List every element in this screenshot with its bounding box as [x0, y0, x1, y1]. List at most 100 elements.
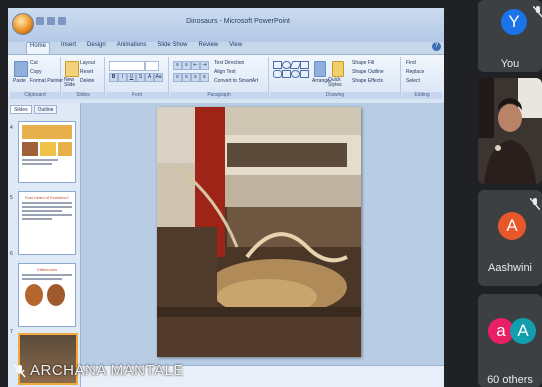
triangle-shape-icon[interactable] — [282, 70, 291, 78]
justify-icon[interactable]: ≡ — [200, 73, 209, 82]
font-color-icon[interactable]: A — [145, 73, 154, 82]
find-button[interactable]: Find — [406, 60, 416, 66]
rounded-rect-shape-icon[interactable] — [273, 70, 282, 78]
reset-button[interactable]: Reset — [80, 69, 93, 75]
shape-fill-button[interactable]: Shape Fill — [352, 60, 374, 66]
thumbnail-heading: Differences — [36, 267, 58, 272]
clear-format-icon[interactable]: Aa — [154, 73, 163, 82]
drawing-label: Drawing — [270, 92, 400, 99]
paragraph-label: Paragraph — [170, 92, 268, 99]
quick-styles-button[interactable]: Quick Styles — [328, 78, 348, 88]
ribbon-tabs: Home Insert Design Animations Slide Show… — [26, 42, 242, 54]
shape-effects-button[interactable]: Shape Effects — [352, 78, 383, 84]
font-name-field[interactable] — [109, 61, 145, 71]
help-icon[interactable]: ? — [432, 42, 441, 51]
avatar: A — [510, 318, 536, 344]
thumbnail-heading: Ever heard of Evolution? — [25, 195, 69, 200]
tab-design[interactable]: Design — [87, 42, 106, 54]
avatar: Y — [501, 9, 527, 35]
numbering-icon[interactable]: ≡ — [182, 61, 191, 70]
quick-access-toolbar[interactable] — [36, 12, 76, 25]
mic-off-icon — [14, 364, 26, 378]
align-center-icon[interactable]: ≡ — [182, 73, 191, 82]
replace-button[interactable]: Replace — [406, 69, 424, 75]
shape-outline-button[interactable]: Shape Outline — [352, 69, 384, 75]
convert-smartart-button[interactable]: Convert to SmartArt — [214, 78, 258, 84]
window-title: Dinosaurs - Microsoft PowerPoint — [186, 18, 290, 25]
slide-number: 7 — [10, 329, 13, 335]
text-direction-button[interactable]: Text Direction — [214, 60, 244, 66]
strikethrough-icon[interactable]: S — [136, 73, 145, 82]
slide-canvas — [81, 103, 444, 387]
slide-number: 5 — [10, 195, 13, 201]
mall-exhibit-image — [157, 107, 361, 357]
tab-review[interactable]: Review — [198, 42, 218, 54]
delete-button[interactable]: Delete — [80, 78, 94, 84]
participant-tile-aashwini[interactable]: A Aashwini — [478, 190, 542, 286]
slide-thumbnail-4[interactable] — [18, 121, 76, 183]
cut-button[interactable]: Cut — [30, 60, 38, 66]
tab-slides[interactable]: Slides — [10, 105, 32, 114]
title-bar: Dinosaurs - Microsoft PowerPoint — [8, 8, 444, 42]
slides-pane: Slides Outline 4 5 Ever heard of Evoluti… — [8, 103, 81, 387]
tab-animations[interactable]: Animations — [117, 42, 147, 54]
arrange-icon[interactable] — [314, 61, 326, 77]
clipboard-group: Paste Cut Copy Format Painter Clipboard — [10, 57, 63, 99]
align-right-icon[interactable]: ≡ — [191, 73, 200, 82]
participant-name: You — [500, 58, 520, 70]
slide-thumbnail-6-body[interactable]: Differences — [18, 263, 76, 327]
paste-icon[interactable] — [14, 61, 28, 77]
slides-label: Slides — [62, 92, 104, 99]
new-slide-icon[interactable] — [65, 61, 79, 77]
line-shape-icon[interactable] — [300, 61, 309, 69]
quick-styles-icon[interactable] — [332, 61, 344, 77]
tab-slide-show[interactable]: Slide Show — [157, 42, 187, 54]
slide-number: 4 — [10, 125, 13, 131]
mic-off-icon — [533, 6, 542, 18]
decrease-indent-icon[interactable]: ⇤ — [191, 61, 200, 70]
avatar: A — [498, 212, 526, 240]
paste-button[interactable]: Paste — [13, 78, 26, 84]
layout-button[interactable]: Layout — [80, 60, 95, 66]
drawing-group: Arrange Quick Styles Shape Fill Shape Ou… — [270, 57, 401, 99]
tab-insert[interactable]: Insert — [61, 42, 76, 54]
new-slide-button[interactable]: New Slide — [64, 78, 78, 88]
tab-home[interactable]: Home — [26, 42, 51, 54]
align-text-button[interactable]: Align Text — [214, 69, 236, 75]
align-left-icon[interactable]: ≡ — [173, 73, 182, 82]
tab-outline[interactable]: Outline — [33, 105, 58, 114]
mic-off-icon — [530, 198, 540, 210]
editing-group: Find Replace Select Editing — [402, 57, 442, 99]
increase-indent-icon[interactable]: ⇥ — [200, 61, 209, 70]
arrow-shape-icon[interactable] — [300, 70, 309, 78]
participant-name: 60 others — [487, 374, 533, 386]
copy-button[interactable]: Copy — [30, 69, 42, 75]
format-painter-button[interactable]: Format Painter — [30, 78, 63, 84]
ribbon: Paste Cut Copy Format Painter Clipboard … — [8, 54, 444, 104]
rectangle-shape-icon[interactable] — [273, 61, 282, 69]
font-size-field[interactable] — [145, 61, 159, 71]
slide-number: 6 — [10, 251, 13, 257]
font-label: Font — [106, 92, 168, 99]
bold-icon[interactable]: B — [109, 73, 118, 82]
participant-tile-video[interactable] — [478, 78, 542, 184]
shared-screen: Dinosaurs - Microsoft PowerPoint Home In… — [8, 8, 444, 387]
pane-tabs: Slides Outline — [10, 105, 58, 114]
underline-icon[interactable]: U — [127, 73, 136, 82]
clipboard-label: Clipboard — [10, 92, 60, 99]
font-group: B I U S A Aa Font — [106, 57, 169, 99]
tab-view[interactable]: View — [229, 42, 242, 54]
office-button-icon[interactable] — [12, 13, 34, 35]
paragraph-group: ≡ ≡ ⇤ ⇥ ≡ ≡ ≡ ≡ Text Direction Align Tex… — [170, 57, 269, 99]
participant-tile-others[interactable]: a A 60 others — [478, 294, 542, 387]
slide-thumbnail-5[interactable]: Ever heard of Evolution? — [18, 191, 76, 255]
circle-shape-icon[interactable] — [291, 70, 300, 78]
bullets-icon[interactable]: ≡ — [173, 61, 182, 70]
slides-group: New Slide Layout Reset Delete Slides — [62, 57, 105, 99]
slide-photo-dinosaur-exhibit[interactable] — [157, 107, 361, 357]
participant-tile-you[interactable]: Y You — [478, 0, 542, 72]
italic-icon[interactable]: I — [118, 73, 127, 82]
participant-name: Aashwini — [487, 262, 533, 274]
select-button[interactable]: Select — [406, 78, 420, 84]
participant-video — [478, 78, 542, 184]
